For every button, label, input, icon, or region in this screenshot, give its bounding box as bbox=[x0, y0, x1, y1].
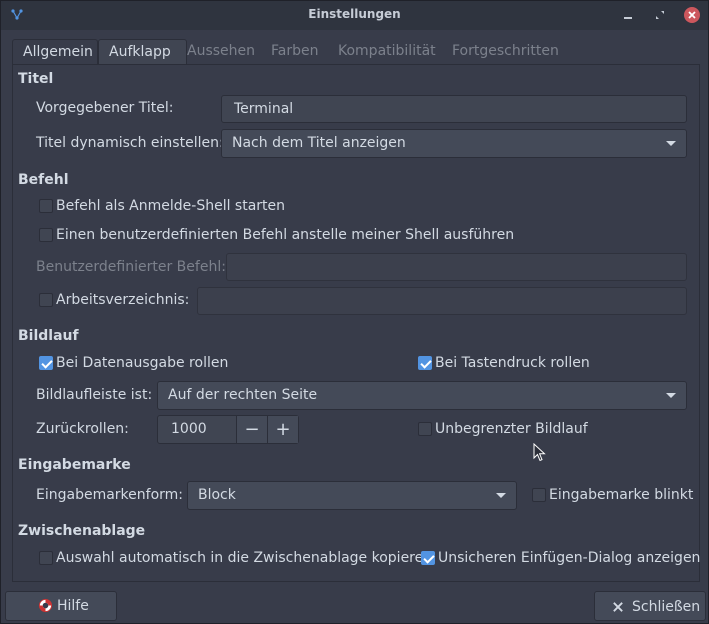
custom-command-label[interactable]: Einen benutzerdefinierten Befehl anstell… bbox=[56, 227, 514, 243]
section-bildlauf-heading: Bildlauf bbox=[18, 328, 79, 344]
cursor-blink-label[interactable]: Eingabemarke blinkt bbox=[549, 487, 693, 503]
close-icon bbox=[613, 602, 623, 612]
minus-icon: − bbox=[244, 419, 260, 440]
dynamic-title-value: Nach dem Titel anzeigen bbox=[232, 135, 406, 151]
auto-copy-checkbox[interactable] bbox=[39, 551, 53, 565]
decrement-button[interactable]: − bbox=[236, 416, 267, 443]
auto-copy-label[interactable]: Auswahl automatisch in die Zwischenablag… bbox=[56, 550, 432, 566]
close-button[interactable]: Schließen bbox=[594, 591, 706, 621]
chevron-down-icon bbox=[666, 141, 676, 146]
mouse-pointer-icon bbox=[533, 443, 546, 462]
scrollback-label: Zurückrollen: bbox=[36, 421, 129, 437]
custom-command-field-label: Benutzerdefinierter Befehl: bbox=[36, 259, 226, 275]
cursor-shape-value: Block bbox=[198, 487, 236, 503]
scroll-on-output-label[interactable]: Bei Datenausgabe rollen bbox=[56, 355, 228, 371]
preferences-window: Einstellungen Allgemein Aufklapp Aussehe… bbox=[0, 0, 709, 624]
window-title: Einstellungen bbox=[308, 7, 401, 21]
scroll-on-output-checkbox[interactable] bbox=[39, 356, 53, 370]
section-befehl-heading: Befehl bbox=[18, 172, 69, 188]
help-button[interactable]: Hilfe bbox=[5, 591, 117, 621]
plus-icon: + bbox=[275, 419, 291, 440]
maximize-icon[interactable] bbox=[652, 7, 668, 23]
login-shell-label[interactable]: Befehl als Anmelde-Shell starten bbox=[56, 198, 285, 214]
scroll-on-keystroke-label[interactable]: Bei Tastendruck rollen bbox=[435, 355, 590, 371]
tab-kompatibilitaet[interactable]: Kompatibilität bbox=[328, 39, 446, 65]
tab-aussehen[interactable]: Aussehen bbox=[177, 39, 265, 65]
default-title-label: Vorgegebener Titel: bbox=[36, 100, 174, 116]
dynamic-title-label: Titel dynamisch einstellen: bbox=[36, 135, 224, 151]
scrollback-stepper[interactable]: 1000 − + bbox=[157, 415, 299, 444]
chevron-down-icon bbox=[496, 493, 506, 498]
help-label: Hilfe bbox=[57, 598, 89, 614]
dynamic-title-select[interactable]: Nach dem Titel anzeigen bbox=[221, 129, 687, 158]
scrollbar-position-value: Auf der rechten Seite bbox=[168, 387, 318, 403]
unlimited-scrollback-label[interactable]: Unbegrenzter Bildlauf bbox=[435, 421, 588, 437]
scrollbar-position-select[interactable]: Auf der rechten Seite bbox=[157, 381, 687, 410]
unsafe-paste-checkbox[interactable] bbox=[421, 551, 435, 565]
scrollback-input[interactable]: 1000 bbox=[158, 416, 236, 443]
cursor-shape-select[interactable]: Block bbox=[187, 481, 517, 510]
section-zwischenablage-heading: Zwischenablage bbox=[18, 523, 146, 539]
cursor-shape-label: Eingabemarkenform: bbox=[36, 487, 183, 503]
close-icon bbox=[688, 11, 696, 19]
minimize-icon[interactable] bbox=[620, 7, 636, 23]
tab-farben[interactable]: Farben bbox=[261, 39, 328, 65]
section-titel-heading: Titel bbox=[18, 71, 54, 87]
scrollbar-position-label: Bildlaufleiste ist: bbox=[36, 387, 153, 403]
scroll-on-keystroke-checkbox[interactable] bbox=[418, 356, 432, 370]
increment-button[interactable]: + bbox=[267, 416, 298, 443]
section-eingabemarke-heading: Eingabemarke bbox=[18, 457, 131, 473]
custom-command-input bbox=[226, 253, 687, 281]
tab-aufklapp[interactable]: Aufklapp bbox=[98, 39, 187, 65]
unlimited-scrollback-checkbox[interactable] bbox=[418, 422, 432, 436]
chevron-down-icon bbox=[666, 393, 676, 398]
cursor-blink-checkbox[interactable] bbox=[532, 488, 546, 502]
tab-fortgeschritten[interactable]: Fortgeschritten bbox=[442, 39, 569, 65]
workdir-label[interactable]: Arbeitsverzeichnis: bbox=[56, 292, 189, 308]
title-bar[interactable]: Einstellungen bbox=[1, 1, 708, 30]
login-shell-checkbox[interactable] bbox=[39, 199, 53, 213]
close-label: Schließen bbox=[632, 599, 701, 615]
unsafe-paste-label[interactable]: Unsicheren Einfügen-Dialog anzeigen bbox=[438, 550, 700, 566]
default-title-input[interactable]: Terminal bbox=[221, 95, 687, 123]
window-close-button[interactable] bbox=[684, 7, 700, 23]
workdir-checkbox[interactable] bbox=[39, 293, 53, 307]
lifebuoy-icon bbox=[38, 598, 53, 613]
tab-allgemein[interactable]: Allgemein bbox=[12, 39, 98, 65]
workdir-input bbox=[197, 287, 687, 315]
custom-command-checkbox[interactable] bbox=[39, 228, 53, 242]
